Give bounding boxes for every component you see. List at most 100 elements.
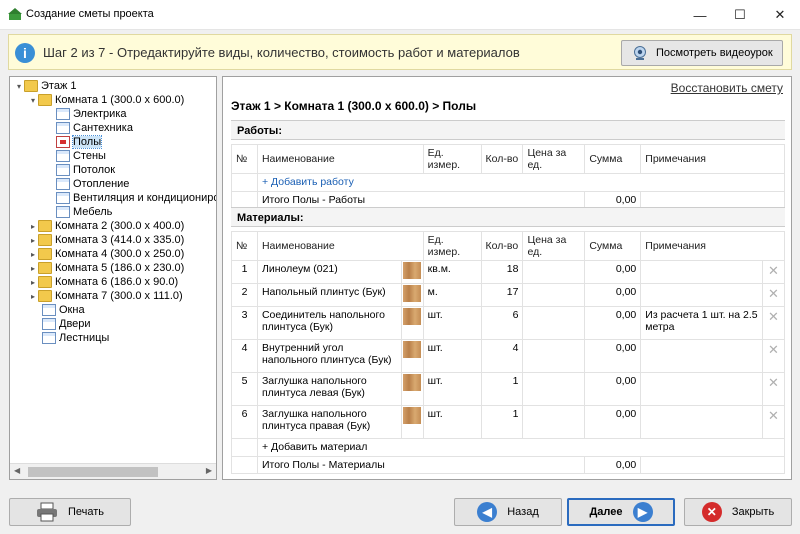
row-unit[interactable]: м. [422,283,482,307]
row-qty[interactable]: 1 [480,405,524,439]
tree-label: Комната 1 (300.0 x 600.0) [55,94,185,106]
row-qty[interactable]: 6 [480,306,524,340]
delete-row-icon[interactable]: ✕ [761,339,786,373]
tree-room-5[interactable]: ▸ Комната 5 (186.0 x 230.0) [28,261,184,275]
row-qty[interactable]: 4 [480,339,524,373]
row-note[interactable] [640,372,763,406]
breadcrumb: Этаж 1 > Комната 1 (300.0 x 600.0) > Пол… [231,99,477,113]
row-price[interactable] [522,339,586,373]
expand-icon[interactable]: ▸ [28,250,38,259]
collapse-icon[interactable]: ▾ [28,96,38,105]
table-row[interactable]: 6 Заглушка напольного плинтуса правая (Б… [231,405,786,439]
scroll-left-icon[interactable]: ◀ [14,466,20,475]
table-row[interactable]: 3 Соединитель напольного плинтуса (Бук) … [231,306,786,340]
row-note[interactable] [640,260,763,284]
row-price[interactable] [522,283,586,307]
back-button[interactable]: ◀ Назад [454,498,562,526]
row-name[interactable]: Внутренний угол напольного плинтуса (Бук… [256,339,402,373]
scrollbar-thumb[interactable] [28,467,158,477]
delete-row-icon[interactable]: ✕ [761,405,786,439]
restore-estimate-link[interactable]: Восстановить смету [671,81,783,95]
tree-label: Комната 6 (186.0 x 90.0) [55,276,179,288]
table-row[interactable]: 1 Линолеум (021) кв.м. 18 0,00 ✕ [231,260,786,284]
expand-icon[interactable]: ▸ [28,236,38,245]
add-work-row: + Добавить работу [231,173,786,192]
folder-icon [38,248,52,260]
row-name[interactable]: Линолеум (021) [256,260,402,284]
minimize-button[interactable]: — [680,0,720,30]
delete-row-icon[interactable]: ✕ [761,372,786,406]
tree-room-7[interactable]: ▸ Комната 7 (300.0 x 111.0) [28,289,183,303]
row-note[interactable] [640,339,763,373]
row-unit[interactable]: кв.м. [422,260,482,284]
tree-item-floors[interactable]: Полы [56,135,103,149]
row-price[interactable] [522,260,586,284]
row-note[interactable] [640,283,763,307]
document-selected-icon [56,136,70,148]
tree-item-stairs[interactable]: Лестницы [42,331,109,345]
row-qty[interactable]: 1 [480,372,524,406]
row-price[interactable] [522,405,586,439]
tree-horizontal-scrollbar[interactable]: ◀ ▶ [10,463,216,479]
print-button[interactable]: Печать [9,498,131,526]
tree-item-plumbing[interactable]: Сантехника [56,121,133,135]
tree-item-furniture[interactable]: Мебель [56,205,112,219]
maximize-button[interactable]: ☐ [720,0,760,30]
row-unit[interactable]: шт. [422,372,482,406]
row-unit[interactable]: шт. [422,306,482,340]
folder-icon [38,262,52,274]
row-name[interactable]: Заглушка напольного плинтуса левая (Бук) [256,372,402,406]
delete-row-icon[interactable]: ✕ [761,306,786,340]
row-qty[interactable]: 17 [480,283,524,307]
tree-room-6[interactable]: ▸ Комната 6 (186.0 x 90.0) [28,275,178,289]
maximize-icon: ☐ [734,7,746,22]
tree-item-doors[interactable]: Двери [42,317,91,331]
scroll-right-icon[interactable]: ▶ [206,466,212,475]
tree-room-3[interactable]: ▸ Комната 3 (414.0 x 335.0) [28,233,184,247]
expand-icon[interactable]: ▸ [28,292,38,301]
expand-icon[interactable]: ▸ [28,278,38,287]
title-bar: Создание сметы проекта — ☐ ✕ [0,0,800,30]
delete-row-icon[interactable]: ✕ [761,260,786,284]
tree-item-walls[interactable]: Стены [56,149,106,163]
row-price[interactable] [522,306,586,340]
table-row[interactable]: 2 Напольный плинтус (Бук) м. 17 0,00 ✕ [231,283,786,307]
row-sum: 0,00 [584,372,642,406]
add-work-link[interactable]: + Добавить работу [262,176,354,188]
row-unit[interactable]: шт. [422,339,482,373]
minimize-icon: — [693,7,707,23]
tree-room-4[interactable]: ▸ Комната 4 (300.0 x 250.0) [28,247,184,261]
row-price[interactable] [522,372,586,406]
project-tree[interactable]: ▾ Этаж 1 ▾ Комната 1 (300.0 x 600.0) Элект… [9,76,217,480]
tree-item-windows[interactable]: Окна [42,303,85,317]
row-name[interactable]: Напольный плинтус (Бук) [256,283,402,307]
close-button[interactable]: ✕ Закрыть [684,498,792,526]
tree-floor-1[interactable]: ▾ Этаж 1 [14,79,76,93]
tree-room-2[interactable]: ▸ Комната 2 (300.0 x 400.0) [28,219,184,233]
row-name[interactable]: Заглушка напольного плинтуса правая (Бук… [256,405,402,439]
tree-label: Двери [59,318,91,330]
delete-row-icon[interactable]: ✕ [761,283,786,307]
tree-label: Комната 3 (414.0 x 335.0) [55,234,185,246]
collapse-icon[interactable]: ▾ [14,82,24,91]
tree-item-ventilation[interactable]: Вентиляция и кондиционирование [56,191,216,205]
col-sum: Сумма [584,144,642,174]
row-unit[interactable]: шт. [422,405,482,439]
table-row[interactable]: 4 Внутренний угол напольного плинтуса (Б… [231,339,786,373]
row-name[interactable]: Соединитель напольного плинтуса (Бук) [256,306,402,340]
close-window-button[interactable]: ✕ [760,0,800,30]
expand-icon[interactable]: ▸ [28,264,38,273]
expand-icon[interactable]: ▸ [28,222,38,231]
tree-room-1[interactable]: ▾ Комната 1 (300.0 x 600.0) [28,93,184,107]
watch-video-button[interactable]: Посмотреть видеоурок [621,40,783,66]
next-button[interactable]: Далее ▶ [567,498,675,526]
tree-item-heating[interactable]: Отопление [56,177,129,191]
row-note[interactable]: Из расчета 1 шт. на 2.5 метра [640,306,763,340]
tree-item-electrics[interactable]: Электрика [56,107,127,121]
tree-item-ceiling[interactable]: Потолок [56,163,115,177]
row-qty[interactable]: 18 [480,260,524,284]
table-row[interactable]: 5 Заглушка напольного плинтуса левая (Бу… [231,372,786,406]
row-note[interactable] [640,405,763,439]
add-material-link[interactable]: + Добавить материал [262,441,367,453]
webcam-icon [634,46,646,60]
